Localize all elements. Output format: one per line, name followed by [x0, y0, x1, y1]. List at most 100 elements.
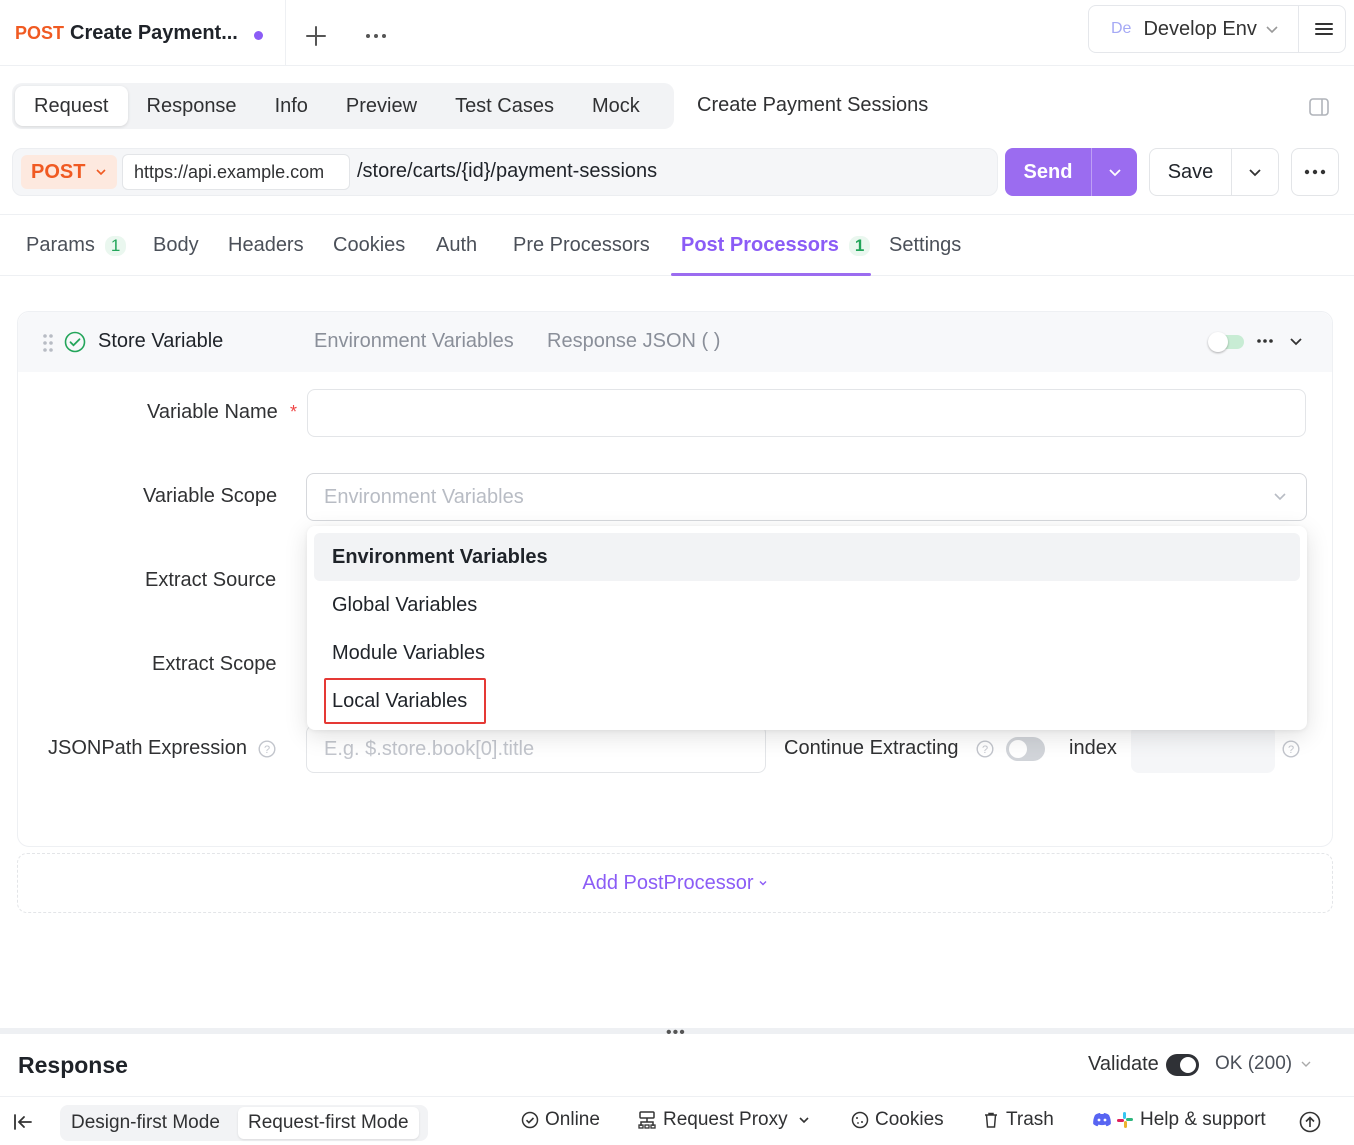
add-postprocessor-button[interactable]: Add PostProcessor	[17, 853, 1333, 913]
tab-post-processors[interactable]: Post Processors 1	[681, 215, 871, 276]
menu-icon[interactable]	[1301, 6, 1347, 52]
chevron-down-icon	[1274, 493, 1286, 501]
tab-pre-processors[interactable]: Pre Processors	[513, 215, 650, 276]
check-circle-icon	[64, 331, 86, 359]
save-button[interactable]: Save	[1150, 149, 1232, 195]
help-icon[interactable]: ?	[976, 740, 994, 764]
discord-icon	[1093, 1113, 1111, 1127]
tab-title: Create Payment...	[70, 21, 238, 44]
help-support-button[interactable]: Help & support	[1092, 1109, 1266, 1131]
subtab-test-cases[interactable]: Test Cases	[436, 86, 573, 126]
unsaved-dot-icon	[254, 31, 263, 40]
trash-button[interactable]: Trash	[982, 1109, 1054, 1131]
env-name: Develop Env	[1143, 17, 1257, 40]
request-proxy-menu[interactable]: Request Proxy	[637, 1109, 816, 1131]
environment-selector: De Develop Env	[1088, 5, 1346, 53]
chevron-down-icon[interactable]	[1288, 331, 1304, 357]
svg-text:?: ?	[264, 744, 270, 756]
online-label: Online	[545, 1109, 600, 1130]
mode-switch: Design-first Mode Request-first Mode	[60, 1105, 428, 1141]
tab-cookies[interactable]: Cookies	[333, 215, 405, 276]
continue-extracting-label: Continue Extracting	[784, 737, 959, 759]
request-section-tabs: Params 1 Body Headers Cookies Auth Pre P…	[0, 214, 1354, 276]
response-status-select[interactable]: OK (200)	[1215, 1053, 1312, 1075]
variable-scope-select[interactable]: Environment Variables	[306, 473, 1307, 521]
env-badge: De	[1111, 20, 1132, 37]
endpoint-name[interactable]: Create Payment Sessions	[697, 94, 928, 117]
highlight-annotation	[324, 678, 486, 724]
check-circle-icon	[521, 1111, 539, 1129]
subtab-mock[interactable]: Mock	[573, 86, 659, 126]
continue-extracting-toggle[interactable]	[1006, 737, 1045, 761]
method-select[interactable]: POST	[21, 155, 117, 189]
subtab-request[interactable]: Request	[15, 86, 128, 126]
cookies-button[interactable]: Cookies	[851, 1109, 944, 1131]
resize-dots-icon[interactable]: •••	[666, 1024, 686, 1042]
processor-header[interactable]: Store Variable Environment Variables Res…	[18, 312, 1332, 372]
environment-dropdown[interactable]: De Develop Env	[1089, 6, 1299, 52]
more-actions-icon[interactable]	[1291, 148, 1339, 196]
tab-headers[interactable]: Headers	[228, 215, 304, 276]
top-tab-bar: POST Create Payment... De Develop Env	[0, 0, 1354, 66]
chevron-down-icon	[96, 169, 107, 176]
tab-method: POST	[15, 22, 65, 43]
slack-icon	[1117, 1112, 1133, 1128]
active-tab-underline	[671, 273, 871, 276]
response-title: Response	[18, 1052, 128, 1078]
processor-source-summary: Response JSON ( )	[547, 330, 721, 352]
variable-name-input[interactable]	[307, 389, 1306, 437]
trash-label: Trash	[1006, 1109, 1054, 1130]
online-status[interactable]: Online	[521, 1109, 600, 1131]
path-input[interactable]: /store/carts/{id}/payment-sessions	[357, 160, 657, 183]
url-bar: POST https://api.example.com /store/cart…	[12, 148, 998, 196]
send-button[interactable]: Send	[1005, 148, 1091, 196]
tab-auth[interactable]: Auth	[436, 215, 477, 276]
variable-scope-label: Variable Scope	[143, 485, 278, 507]
option-module-variables[interactable]: Module Variables	[314, 629, 1300, 677]
extract-scope-label: Extract Scope	[152, 653, 277, 675]
help-icon[interactable]: ?	[258, 740, 276, 764]
new-tab-plus-icon[interactable]	[302, 22, 330, 50]
variable-name-label: Variable Name	[147, 401, 278, 423]
collapse-sidebar-icon[interactable]	[12, 1111, 34, 1139]
scroll-top-icon[interactable]	[1299, 1111, 1327, 1133]
chevron-down-icon	[1301, 1061, 1311, 1067]
validate-label: Validate	[1088, 1053, 1159, 1075]
tab-post-label: Post Processors	[681, 234, 839, 256]
base-url[interactable]: https://api.example.com	[122, 154, 350, 190]
response-status: OK (200)	[1215, 1053, 1293, 1074]
proxy-label: Request Proxy	[663, 1109, 788, 1130]
cookies-label: Cookies	[875, 1109, 944, 1130]
design-first-mode[interactable]: Design-first Mode	[61, 1107, 230, 1139]
index-input[interactable]	[1131, 725, 1275, 773]
more-tabs-icon[interactable]	[362, 22, 390, 50]
chevron-down-icon	[759, 881, 767, 886]
side-panel-icon[interactable]	[1308, 96, 1330, 118]
processor-more-icon[interactable]	[1256, 331, 1274, 357]
request-subtabs: Request Response Info Preview Test Cases…	[12, 83, 674, 129]
request-first-mode[interactable]: Request-first Mode	[238, 1107, 419, 1139]
option-environment-variables[interactable]: Environment Variables	[314, 533, 1300, 581]
subtab-info[interactable]: Info	[256, 86, 327, 126]
processor-enable-toggle[interactable]	[1208, 332, 1244, 352]
jsonpath-input[interactable]: E.g. $.store.book[0].title	[306, 725, 766, 773]
subtab-response[interactable]: Response	[128, 86, 256, 126]
save-options-chevron-icon[interactable]	[1232, 149, 1278, 195]
processor-title: Store Variable	[98, 330, 224, 352]
validate-toggle[interactable]	[1166, 1054, 1199, 1076]
svg-text:?: ?	[982, 744, 988, 756]
tab-settings[interactable]: Settings	[889, 215, 961, 276]
chevron-down-icon	[1266, 26, 1278, 34]
option-global-variables[interactable]: Global Variables	[314, 581, 1300, 629]
tab-params[interactable]: Params 1	[26, 215, 127, 276]
variable-scope-placeholder: Environment Variables	[324, 485, 524, 508]
send-options-chevron-icon[interactable]	[1091, 148, 1137, 196]
method-label: POST	[31, 160, 86, 183]
request-tab[interactable]: POST Create Payment...	[0, 0, 286, 66]
help-icon[interactable]: ?	[1282, 740, 1300, 764]
cookie-icon	[851, 1111, 869, 1129]
proxy-icon	[638, 1111, 656, 1129]
subtab-preview[interactable]: Preview	[327, 86, 436, 126]
drag-handle-icon[interactable]	[42, 333, 54, 359]
tab-body[interactable]: Body	[153, 215, 199, 276]
